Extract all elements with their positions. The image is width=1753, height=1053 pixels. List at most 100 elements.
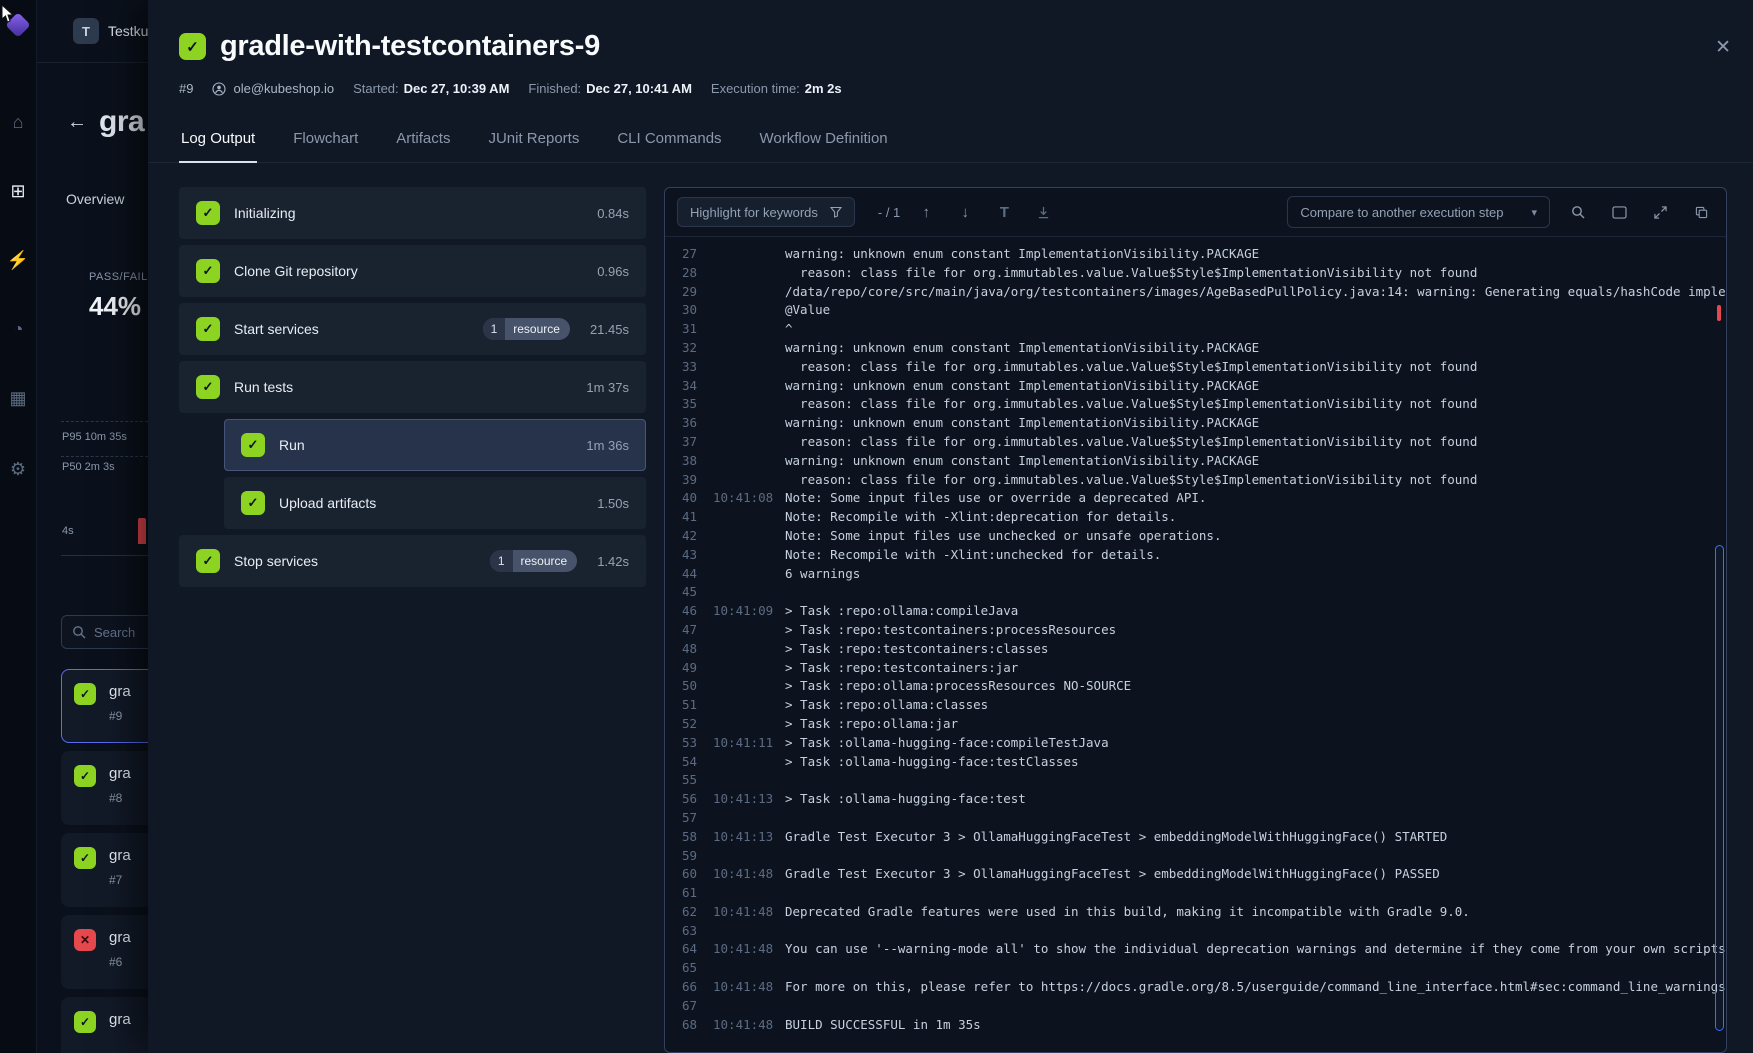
rail-item-settings[interactable]: ⚙ bbox=[0, 449, 36, 489]
testkube-logo-icon[interactable] bbox=[5, 12, 31, 38]
line-timestamp bbox=[713, 847, 777, 866]
log-line: 34warning: unknown enum constant Impleme… bbox=[671, 377, 1712, 396]
execution-list-item[interactable]: ✓gra#7 bbox=[61, 833, 148, 907]
execution-number: #7 bbox=[109, 873, 131, 887]
compare-step-select[interactable]: Compare to another execution step ▾ bbox=[1287, 196, 1550, 228]
environment-avatar: T bbox=[73, 18, 99, 44]
log-scrollbar[interactable] bbox=[1712, 237, 1726, 1052]
next-match-button[interactable]: ↓ bbox=[952, 199, 978, 225]
log-line: 59 bbox=[671, 847, 1712, 866]
execution-list-item[interactable]: ✕gra#6 bbox=[61, 915, 148, 989]
search-log-button[interactable] bbox=[1565, 199, 1591, 225]
log-output[interactable]: 27warning: unknown enum constant Impleme… bbox=[665, 237, 1726, 1052]
tab-artifacts[interactable]: Artifacts bbox=[394, 120, 452, 163]
log-line: 32warning: unknown enum constant Impleme… bbox=[671, 339, 1712, 358]
failed-execution-bar[interactable] bbox=[138, 518, 146, 544]
line-number: 28 bbox=[671, 264, 697, 283]
fullscreen-button[interactable] bbox=[1647, 199, 1673, 225]
rail-item-workflows[interactable]: ⊞ bbox=[0, 171, 36, 211]
log-line: 6610:41:48For more on this, please refer… bbox=[671, 978, 1712, 997]
line-timestamp: 10:41:48 bbox=[713, 978, 777, 997]
p95-label: P95 10m 35s bbox=[62, 431, 127, 443]
line-text: > Task :repo:testcontainers:classes bbox=[785, 640, 1048, 659]
status-passed-icon: ✓ bbox=[196, 375, 220, 399]
chevron-down-icon: ▾ bbox=[1531, 206, 1537, 219]
step-row[interactable]: ✓Run1m 36s bbox=[224, 419, 646, 471]
line-timestamp bbox=[713, 433, 777, 452]
highlight-keywords-button[interactable]: Highlight for keywords bbox=[677, 197, 855, 227]
execution-list-item[interactable]: ✓gra#9 bbox=[61, 669, 148, 743]
line-number: 52 bbox=[671, 715, 697, 734]
line-number: 41 bbox=[671, 508, 697, 527]
rail-item-metrics[interactable]: ▦ bbox=[0, 378, 36, 418]
line-timestamp bbox=[713, 753, 777, 772]
execution-details-drawer: ✓ gradle-with-testcontainers-9 ✕ #9 ole@… bbox=[148, 0, 1753, 1053]
environment-selector[interactable]: T Testkube bbox=[73, 18, 148, 44]
steps-list: ✓Initializing0.84s ✓Clone Git repository0… bbox=[179, 187, 646, 1053]
tab-log-output[interactable]: Log Output bbox=[179, 120, 257, 163]
line-text: reason: class file for org.immutables.va… bbox=[785, 471, 1477, 490]
finished-at: Finished:Dec 27, 10:41 AM bbox=[528, 81, 692, 96]
line-number: 65 bbox=[671, 959, 697, 978]
log-line: 63 bbox=[671, 922, 1712, 941]
line-timestamp bbox=[713, 621, 777, 640]
step-row[interactable]: ✓Upload artifacts1.50s bbox=[224, 477, 646, 529]
rail-item-insights[interactable]: ◔ bbox=[0, 309, 36, 349]
rail-item-triggers[interactable]: ⚡ bbox=[0, 240, 36, 280]
line-number: 31 bbox=[671, 320, 697, 339]
line-number: 50 bbox=[671, 677, 697, 696]
line-timestamp bbox=[713, 452, 777, 471]
text-format-button[interactable]: T bbox=[991, 199, 1017, 225]
log-line: 29/data/repo/core/src/main/java/org/test… bbox=[671, 283, 1712, 302]
line-timestamp: 10:41:48 bbox=[713, 940, 777, 959]
step-row[interactable]: ✓Clone Git repository0.96s bbox=[179, 245, 646, 297]
download-log-button[interactable] bbox=[1030, 199, 1056, 225]
scrollbar-thumb[interactable] bbox=[1715, 545, 1724, 1031]
back-button[interactable]: ← bbox=[67, 111, 87, 134]
tab-overview[interactable]: Overview bbox=[66, 191, 124, 207]
expand-icon bbox=[1654, 206, 1667, 219]
execution-number: #9 bbox=[109, 709, 131, 723]
line-number: 57 bbox=[671, 809, 697, 828]
search-input[interactable] bbox=[61, 615, 148, 649]
step-row[interactable]: ✓Initializing0.84s bbox=[179, 187, 646, 239]
execution-list-item[interactable]: ✓gra bbox=[61, 997, 148, 1053]
tab-workflow-definition[interactable]: Workflow Definition bbox=[758, 120, 890, 163]
log-line: 51> Task :repo:ollama:classes bbox=[671, 696, 1712, 715]
execution-list-item[interactable]: ✓gra#8 bbox=[61, 751, 148, 825]
close-icon[interactable]: ✕ bbox=[1715, 36, 1731, 59]
tab-cli-commands[interactable]: CLI Commands bbox=[615, 120, 723, 163]
line-timestamp bbox=[713, 640, 777, 659]
log-line: 47> Task :repo:testcontainers:processRes… bbox=[671, 621, 1712, 640]
wrap-lines-button[interactable] bbox=[1606, 199, 1632, 225]
user-email: ole@kubeshop.io bbox=[233, 81, 334, 96]
status-passed-icon: ✓ bbox=[196, 201, 220, 225]
execution-text: gra#7 bbox=[109, 847, 131, 893]
log-line: 5310:41:11> Task :ollama-hugging-face:co… bbox=[671, 734, 1712, 753]
tab-junit-reports[interactable]: JUnit Reports bbox=[486, 120, 581, 163]
line-text: Note: Some input files use or override a… bbox=[785, 489, 1206, 508]
line-text: Deprecated Gradle features were used in … bbox=[785, 903, 1470, 922]
wrap-lines-icon bbox=[1612, 206, 1627, 219]
line-number: 59 bbox=[671, 847, 697, 866]
line-text: reason: class file for org.immutables.va… bbox=[785, 264, 1477, 283]
started-at: Started:Dec 27, 10:39 AM bbox=[353, 81, 509, 96]
line-timestamp bbox=[713, 471, 777, 490]
line-text: > Task :repo:ollama:classes bbox=[785, 696, 988, 715]
tab-flowchart[interactable]: Flowchart bbox=[291, 120, 360, 163]
step-row[interactable]: ✓Run tests1m 37s bbox=[179, 361, 646, 413]
line-timestamp: 10:41:13 bbox=[713, 828, 777, 847]
line-number: 39 bbox=[671, 471, 697, 490]
rail-item-home[interactable]: ⌂ bbox=[0, 102, 36, 142]
log-line: 37 reason: class file for org.immutables… bbox=[671, 433, 1712, 452]
step-row[interactable]: ✓Start services1resource21.45s bbox=[179, 303, 646, 355]
log-line: 36warning: unknown enum constant Impleme… bbox=[671, 414, 1712, 433]
prev-match-button[interactable]: ↑ bbox=[913, 199, 939, 225]
search-field[interactable] bbox=[94, 625, 148, 640]
copy-log-button[interactable] bbox=[1688, 199, 1714, 225]
resource-count: 1 bbox=[490, 550, 513, 572]
step-row[interactable]: ✓Stop services1resource1.42s bbox=[179, 535, 646, 587]
pass-rate-value: 44% bbox=[89, 291, 148, 322]
line-timestamp: 10:41:13 bbox=[713, 790, 777, 809]
log-line: 6210:41:48Deprecated Gradle features wer… bbox=[671, 903, 1712, 922]
